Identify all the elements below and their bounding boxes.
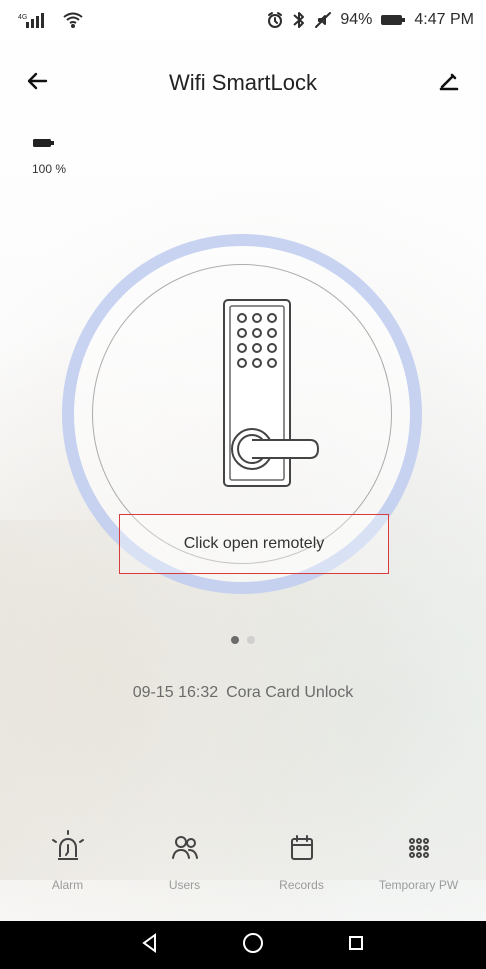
- status-bar: 4G 94% 4:47 PM: [0, 0, 486, 40]
- signal-icon: 4G: [18, 11, 52, 29]
- page-title: Wifi SmartLock: [169, 70, 317, 95]
- system-nav-bar: [0, 921, 486, 969]
- toolbar-records[interactable]: Records: [244, 828, 359, 920]
- toolbar-temporary-pw-label: Temporary PW: [378, 878, 459, 892]
- svg-text:4G: 4G: [18, 14, 27, 21]
- status-right: 94% 4:47 PM: [266, 11, 474, 29]
- toolbar-records-label: Records: [279, 878, 324, 892]
- open-remotely-label: Click open remotely: [183, 535, 325, 552]
- last-event: 09-15 16:32 Cora Card Unlock: [0, 684, 486, 702]
- toolbar-users[interactable]: Users: [127, 828, 242, 920]
- nav-home-button[interactable]: [235, 927, 271, 963]
- nav-back-icon: [137, 930, 163, 961]
- door-lock-icon: [212, 294, 322, 494]
- toolbar-temporary-pw[interactable]: Temporary PW: [361, 828, 476, 920]
- toolbar-users-label: Users: [168, 878, 201, 892]
- alarm-siren-icon: [48, 828, 88, 868]
- edit-button[interactable]: [430, 64, 468, 102]
- lock-battery: 100 %: [32, 136, 92, 176]
- nav-home-icon: [240, 930, 266, 961]
- bluetooth-icon: [292, 11, 306, 29]
- pencil-icon: [436, 68, 462, 99]
- pager-indicator: [0, 636, 486, 644]
- last-event-datetime: 09-15 16:32: [132, 684, 219, 701]
- pager-dot-2: [247, 636, 255, 644]
- status-left: 4G: [18, 11, 84, 29]
- status-battery-percent: 94%: [340, 11, 373, 28]
- top-bar: Wifi SmartLock: [0, 40, 486, 126]
- keypad-icon: [399, 828, 439, 868]
- toolbar-alarm-label: Alarm: [51, 878, 84, 892]
- calendar-icon: [282, 828, 322, 868]
- battery-percent: 100 %: [32, 162, 67, 176]
- alarm-clock-icon: [266, 11, 284, 29]
- users-icon: [165, 828, 205, 868]
- nav-recents-button[interactable]: [338, 927, 374, 963]
- open-remotely-button[interactable]: Click open remotely: [119, 514, 389, 574]
- battery-icon: [32, 136, 56, 153]
- pager-dot-1: [231, 636, 239, 644]
- status-time: 4:47 PM: [414, 11, 474, 28]
- status-battery-icon: [380, 13, 406, 27]
- mute-icon: [314, 11, 332, 29]
- nav-recents-icon: [343, 930, 369, 961]
- bottom-toolbar: Alarm Users Records Temporary PW: [0, 828, 486, 920]
- nav-back-button[interactable]: [132, 927, 168, 963]
- toolbar-alarm[interactable]: Alarm: [10, 828, 125, 920]
- last-event-message: Cora Card Unlock: [226, 684, 354, 701]
- wifi-icon: [62, 11, 84, 29]
